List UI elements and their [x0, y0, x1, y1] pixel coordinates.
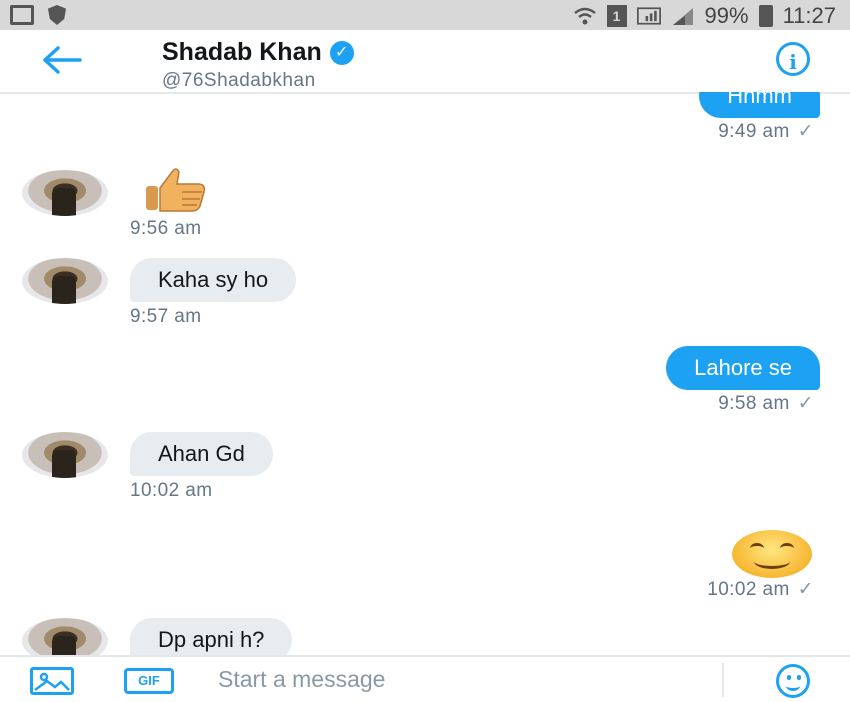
- message-timestamp: 10:02 am: [130, 480, 213, 501]
- message-timestamp: 9:57 am: [130, 306, 202, 327]
- image-icon[interactable]: [30, 667, 74, 695]
- info-icon[interactable]: i: [776, 42, 810, 76]
- message-bubble-outgoing[interactable]: Hhmm: [699, 92, 820, 118]
- message-timestamp: 10:02 am ✓: [707, 579, 814, 600]
- message-input[interactable]: [204, 657, 704, 702]
- message-text: Hhmm: [727, 92, 792, 108]
- status-bar: 1 99% 11:27: [0, 0, 850, 30]
- message-timestamp: 9:49 am ✓: [718, 121, 814, 142]
- battery-percent: 99%: [704, 3, 749, 28]
- message-text: Ahan Gd: [158, 441, 245, 466]
- verified-badge-icon: ✓: [329, 40, 354, 65]
- screen-icon: [10, 5, 34, 25]
- sent-check-icon: ✓: [797, 579, 814, 600]
- message-composer: GIF: [0, 655, 850, 702]
- emoji-icon[interactable]: [776, 664, 810, 698]
- message-text: Kaha sy ho: [158, 267, 269, 292]
- message-timestamp: 9:56 am: [130, 218, 202, 239]
- message-list[interactable]: Hhmm 9:49 am ✓ 9:56 am Kaha sy ho 9:57 am…: [0, 92, 850, 655]
- avatar[interactable]: [22, 432, 108, 478]
- message-bubble-incoming[interactable]: Ahan Gd: [130, 432, 273, 476]
- smiling-face-emoji: [732, 530, 812, 578]
- wifi-icon: [573, 7, 596, 25]
- contact-name: Shadab Khan: [162, 38, 322, 66]
- clock: 11:27: [782, 3, 836, 28]
- divider: [722, 663, 724, 697]
- contact-handle: @76Shadabkhan: [162, 70, 316, 91]
- contact-title[interactable]: Shadab Khan ✓: [162, 38, 354, 67]
- battery-icon: [758, 5, 773, 27]
- avatar[interactable]: [22, 170, 108, 216]
- thumbs-up-emoji: [146, 168, 206, 212]
- message-bubble-incoming[interactable]: Kaha sy ho: [130, 258, 297, 302]
- back-arrow-icon[interactable]: [40, 44, 84, 76]
- gif-button[interactable]: GIF: [124, 668, 174, 694]
- avatar[interactable]: [22, 258, 108, 304]
- message-text: Dp apni h?: [158, 627, 265, 652]
- sent-check-icon: ✓: [797, 121, 814, 142]
- message-bubble-outgoing[interactable]: Lahore se: [666, 346, 820, 390]
- signal-box-icon: [636, 7, 661, 25]
- avatar[interactable]: [22, 618, 108, 655]
- shield-icon: [48, 5, 66, 25]
- sim-icon: 1: [606, 5, 627, 27]
- conversation-header: Shadab Khan ✓ @76Shadabkhan i: [0, 30, 850, 94]
- message-timestamp: 9:58 am ✓: [718, 393, 814, 414]
- signal-strength-icon: [672, 8, 693, 25]
- sent-check-icon: ✓: [797, 393, 814, 414]
- message-bubble-incoming[interactable]: Dp apni h?: [130, 618, 293, 655]
- message-text: Lahore se: [694, 355, 792, 380]
